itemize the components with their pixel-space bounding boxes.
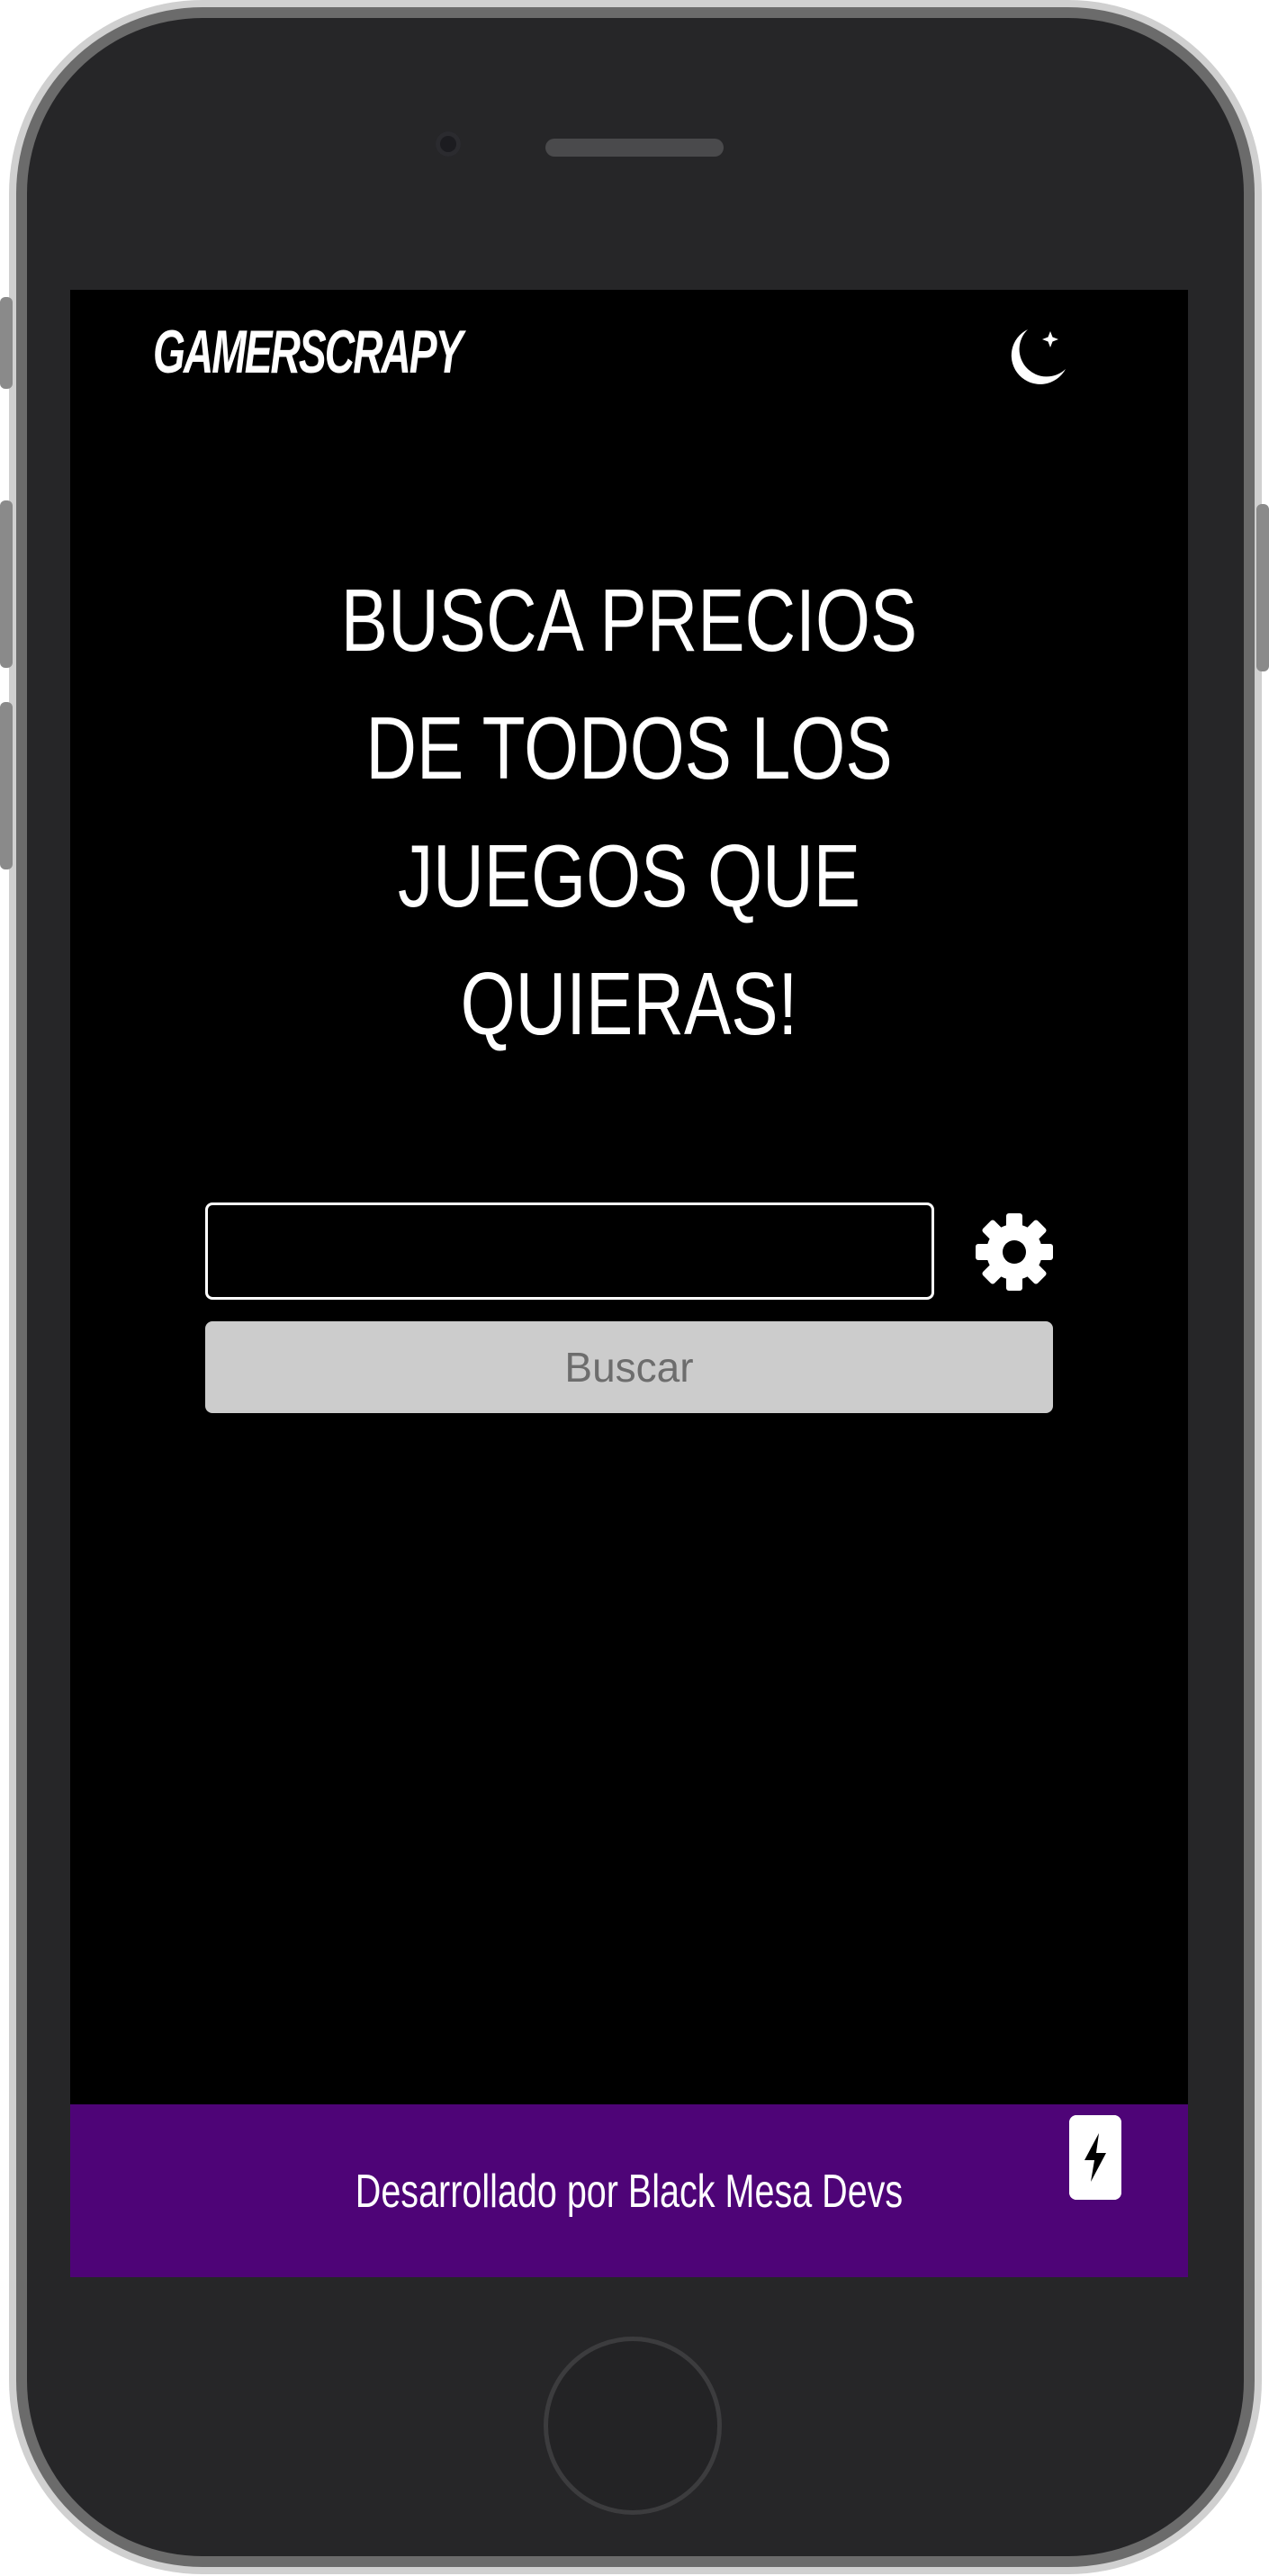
gear-icon[interactable] xyxy=(974,1211,1055,1293)
hero-line: DE TODOS LOS xyxy=(365,698,893,797)
footer-bar: Desarrollado por Black Mesa Devs xyxy=(70,2104,1188,2277)
moon-star-icon[interactable] xyxy=(997,319,1075,396)
search-input[interactable] xyxy=(205,1202,934,1300)
footer-credit: Desarrollado por Black Mesa Devs xyxy=(355,2166,904,2218)
power-button xyxy=(1256,504,1269,671)
mute-switch xyxy=(0,297,13,389)
search-button[interactable]: Buscar xyxy=(205,1321,1053,1413)
earpiece-speaker xyxy=(545,139,724,157)
lightning-bolt-icon[interactable] xyxy=(1069,2115,1121,2200)
hero-heading: BUSCA PRECIOS DE TODOS LOS JUEGOS QUE QU… xyxy=(182,556,1076,1067)
hero-line: BUSCA PRECIOS xyxy=(340,571,918,670)
front-camera xyxy=(436,131,461,157)
hero-line: QUIERAS! xyxy=(460,954,798,1053)
volume-down-button xyxy=(0,702,13,869)
app-logo[interactable]: GAMERSCRAPY xyxy=(153,317,463,387)
phone-mockup: GAMERSCRAPY BUSCA PRECIOS DE TODOS LOS J… xyxy=(0,0,1269,2576)
volume-up-button xyxy=(0,500,13,668)
home-button xyxy=(544,2337,722,2515)
app-screen: GAMERSCRAPY BUSCA PRECIOS DE TODOS LOS J… xyxy=(70,290,1188,2277)
hero-line: JUEGOS QUE xyxy=(397,826,861,925)
